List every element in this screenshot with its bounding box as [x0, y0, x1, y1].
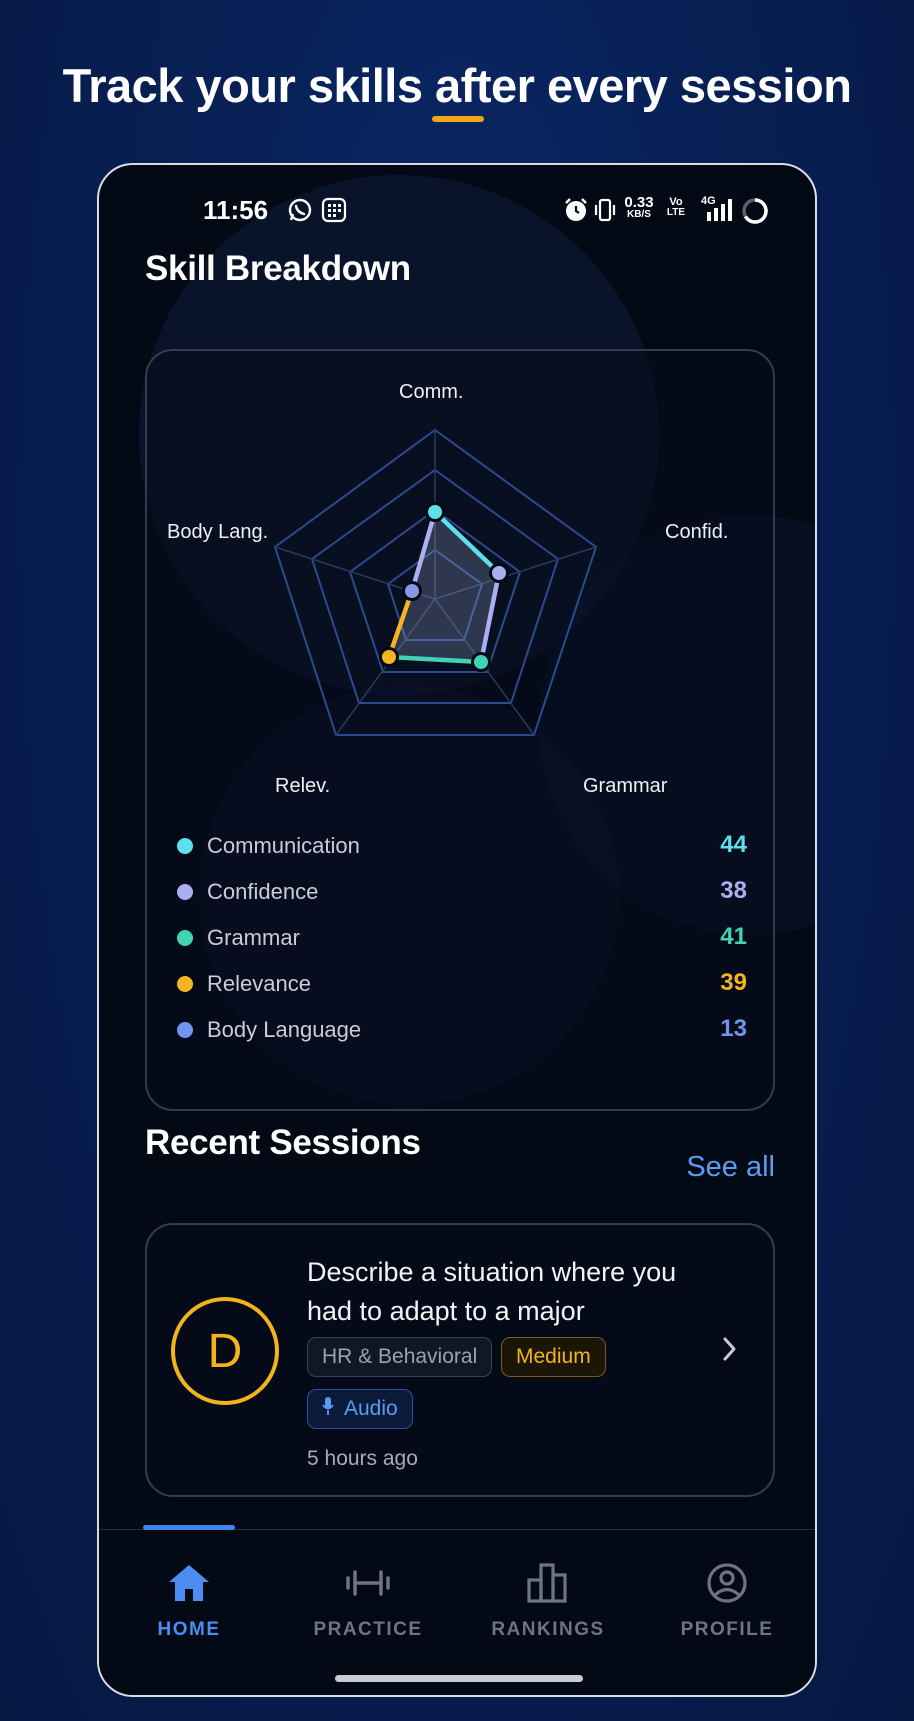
- radar-label-confid: Confid.: [665, 521, 729, 543]
- legend-name: Relevance: [207, 971, 311, 996]
- legend-row-relevance: Relevance 39: [177, 969, 747, 999]
- nav-label: PROFILE: [680, 1619, 774, 1640]
- nav-label: PRACTICE: [313, 1619, 423, 1640]
- legend-value: 44: [720, 831, 747, 858]
- battery-ring-icon: [741, 197, 769, 230]
- headline-underline: [432, 116, 484, 122]
- page-headline: Track your skills after every session: [62, 59, 852, 112]
- microphone-icon: [322, 1396, 334, 1422]
- legend-row-body-language: Body Language 13: [177, 1015, 747, 1045]
- nav-label: HOME: [157, 1619, 221, 1640]
- radar-point-grammar: [471, 652, 491, 672]
- phone-frame: 11:56 0.33 KB/S Vo LTE 4G Skill Breakdow…: [97, 163, 817, 1697]
- radar-point-confidence: [489, 563, 509, 583]
- whatsapp-icon: [287, 197, 313, 228]
- bar-chart-icon: [525, 1563, 571, 1608]
- legend-name: Grammar: [207, 925, 300, 950]
- radar-chart: [273, 428, 598, 736]
- session-time: 5 hours ago: [307, 1447, 418, 1470]
- category-chip: HR & Behavioral: [307, 1337, 493, 1377]
- mode-chip: Audio: [307, 1389, 413, 1429]
- legend-dot: [177, 976, 193, 992]
- legend-name: Confidence: [207, 879, 319, 904]
- radar-label-relev: Relev.: [275, 775, 331, 797]
- app-grid-icon: [321, 197, 347, 228]
- legend-row-grammar: Grammar 41: [177, 923, 747, 953]
- radar-point-body-language: [402, 581, 422, 601]
- radar-label-body: Body Lang.: [167, 521, 269, 543]
- nav-item-home[interactable]: HOME: [114, 1562, 264, 1641]
- nav-item-profile[interactable]: PROFILE: [652, 1562, 802, 1641]
- radar-label-comm: Comm.: [399, 381, 464, 403]
- legend-value: 41: [720, 923, 747, 950]
- gesture-home-bar[interactable]: [335, 1675, 583, 1682]
- signal-icon: [705, 197, 735, 228]
- legend-value: 39: [720, 969, 747, 996]
- home-icon: [166, 1565, 212, 1608]
- radar-label-grammar: Grammar: [583, 775, 668, 797]
- nav-active-indicator: [143, 1525, 235, 1530]
- nav-label: RANKINGS: [491, 1619, 605, 1640]
- nav-item-rankings[interactable]: RANKINGS: [473, 1562, 623, 1641]
- skill-breakdown-title: Skill Breakdown: [145, 249, 411, 288]
- difficulty-chip: Medium: [501, 1337, 606, 1377]
- legend-name: Body Language: [207, 1017, 362, 1042]
- radar-point-relevance: [379, 647, 399, 667]
- dumbbell-icon: [344, 1570, 392, 1608]
- bottom-navigation: HOME PRACTICE RANKINGS PROFILE: [99, 1525, 815, 1695]
- legend-value: 13: [720, 1015, 747, 1042]
- legend-row-confidence: Confidence 38: [177, 877, 747, 907]
- see-all-link[interactable]: See all: [686, 1151, 775, 1184]
- skill-breakdown-card: Comm. Confid. Grammar Relev. Body Lang. …: [145, 349, 775, 1111]
- radar-point-communication: [425, 502, 445, 522]
- nav-item-practice[interactable]: PRACTICE: [293, 1562, 443, 1641]
- session-avatar: D: [171, 1297, 279, 1405]
- legend-dot: [177, 930, 193, 946]
- session-card[interactable]: D Describe a situation where you had to …: [145, 1223, 775, 1497]
- status-bar: 11:56 0.33 KB/S Vo LTE 4G: [99, 193, 815, 227]
- net-speed: 0.33 KB/S: [624, 194, 654, 220]
- recent-sessions-title: Recent Sessions: [145, 1123, 421, 1162]
- volte-indicator: Vo LTE: [666, 196, 686, 218]
- legend-row-communication: Communication 44: [177, 831, 747, 861]
- alarm-icon: [563, 197, 589, 228]
- legend-value: 38: [720, 877, 747, 904]
- status-time: 11:56: [203, 195, 269, 225]
- chevron-right-icon[interactable]: [721, 1335, 739, 1368]
- legend-name: Communication: [207, 833, 360, 858]
- legend-dot: [177, 1022, 193, 1038]
- vibrate-icon: [593, 197, 617, 228]
- user-circle-icon: [705, 1563, 749, 1608]
- legend-dot: [177, 838, 193, 854]
- legend-dot: [177, 884, 193, 900]
